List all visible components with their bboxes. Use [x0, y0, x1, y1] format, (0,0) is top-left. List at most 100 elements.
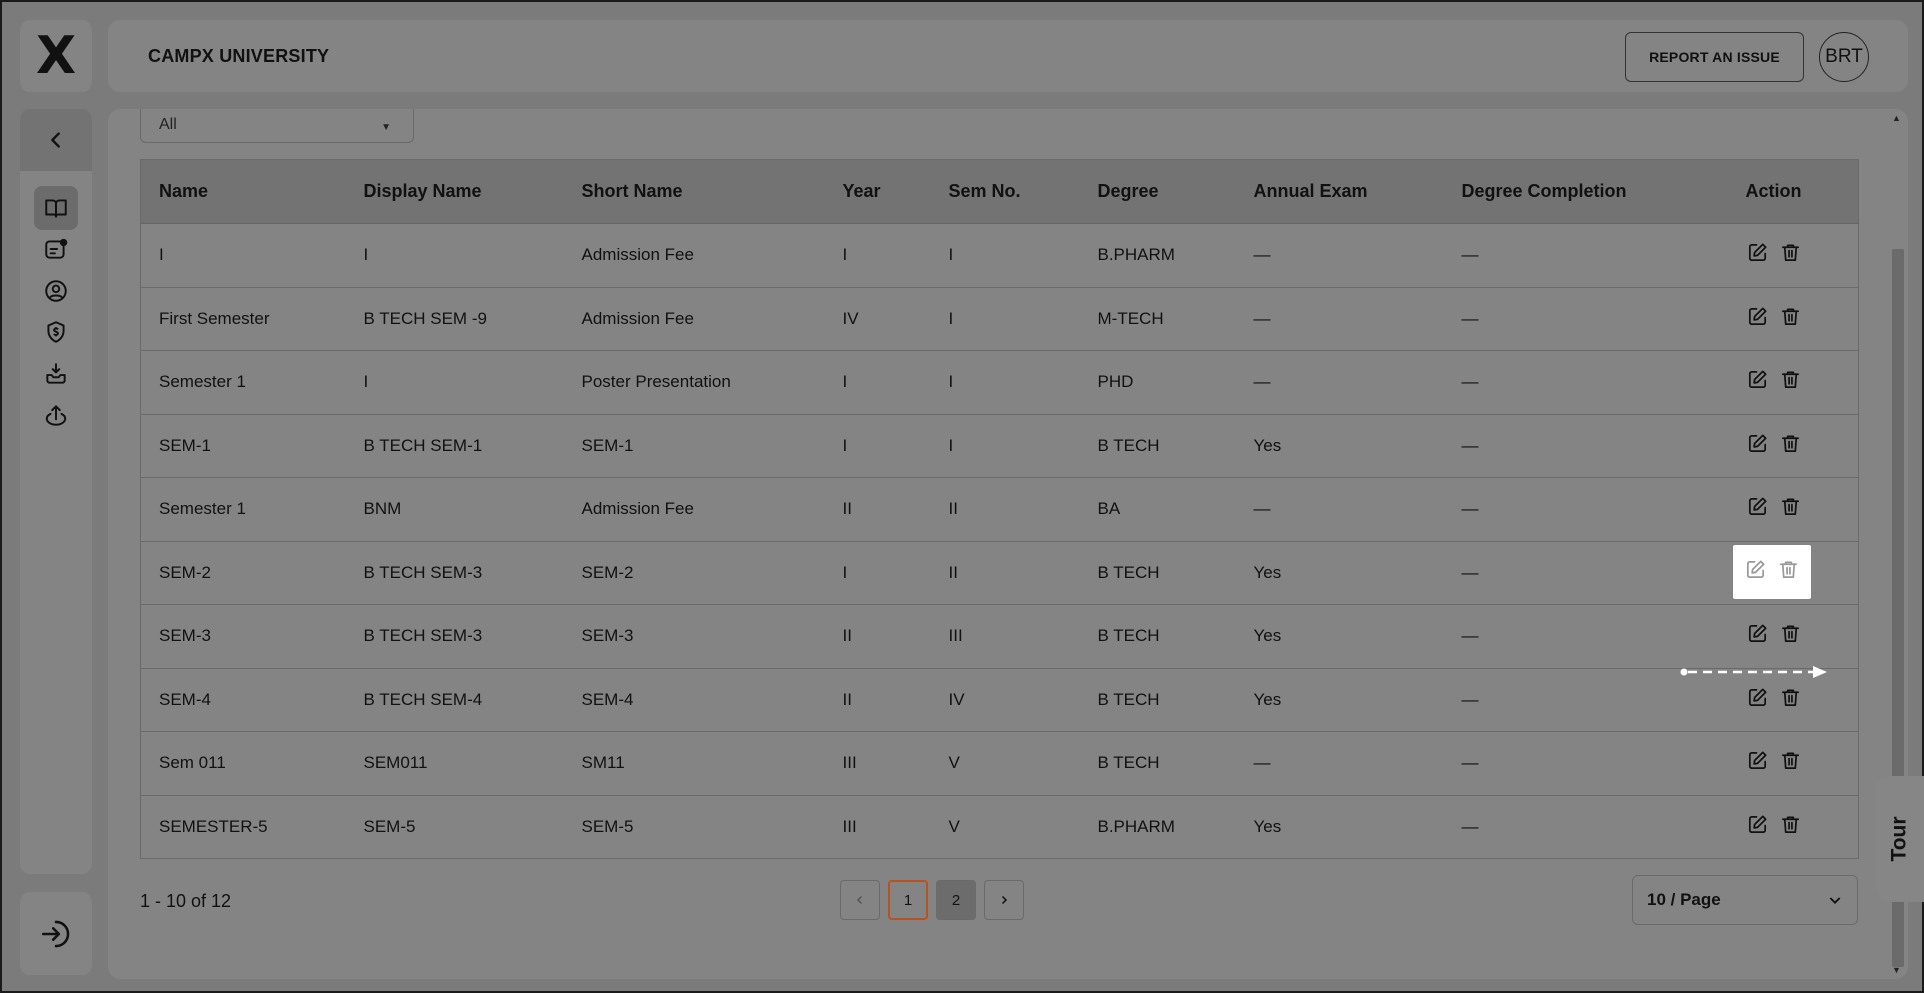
table-row[interactable]: SEM-1 B TECH SEM-1 SEM-1 I I B TECH Yes —	[140, 414, 1859, 478]
table-row[interactable]: SEM-2 B TECH SEM-3 SEM-2 I II B TECH Yes —	[140, 541, 1859, 605]
cell-sem: V	[930, 731, 1080, 796]
column-header[interactable]: Name	[140, 159, 346, 224]
sidebar-item-fees[interactable]	[34, 310, 78, 354]
sidebar-item-academics[interactable]	[34, 186, 78, 230]
page-button-current[interactable]: 1	[888, 880, 928, 920]
cell-name: SEM-3	[140, 604, 346, 669]
cell-action	[1727, 477, 1859, 542]
app-logo[interactable]: X	[20, 20, 92, 92]
chevron-down-icon	[1829, 897, 1841, 904]
cell-year: II	[824, 668, 931, 732]
sidebar-item-profile[interactable]	[34, 269, 78, 313]
tour-label: Tour	[1887, 816, 1911, 862]
column-header[interactable]: Year	[824, 159, 931, 224]
cell-name: Semester 1	[140, 477, 346, 542]
delete-icon[interactable]	[1779, 495, 1802, 523]
table-row[interactable]: SEM-3 B TECH SEM-3 SEM-3 II III B TECH Yes —	[140, 604, 1859, 669]
edit-icon[interactable]	[1746, 686, 1769, 714]
column-header[interactable]: Degree	[1079, 159, 1236, 224]
delete-icon[interactable]	[1779, 368, 1802, 396]
cell-annual: —	[1235, 477, 1444, 542]
cell-action	[1727, 414, 1859, 478]
cell-sem: V	[948, 816, 960, 836]
download-tray-icon	[46, 363, 66, 384]
column-header[interactable]: Display Name	[345, 159, 564, 224]
edit-icon[interactable]	[1746, 813, 1769, 841]
cell-short: Admission Fee	[563, 287, 825, 351]
edit-icon[interactable]	[1746, 495, 1769, 523]
delete-icon[interactable]	[1779, 622, 1802, 650]
cell-short: Poster Presentation	[563, 350, 825, 415]
cell-action	[1727, 350, 1859, 415]
table-row[interactable]: SEMESTER-5 SEM-5 SEM-5 III V B.PHARM Yes —	[141, 795, 1859, 859]
cell-name: SEM-2	[140, 541, 346, 605]
table-row[interactable]: SEM-4 B TECH SEM-4 SEM-4 II IV B TECH Yes —	[140, 668, 1859, 732]
cell-year: IV	[824, 287, 931, 351]
cell-year: I	[824, 541, 931, 605]
cell-display: BNM	[345, 477, 564, 542]
delete-icon[interactable]	[1779, 749, 1802, 777]
delete-icon[interactable]	[1779, 305, 1802, 333]
delete-icon[interactable]	[1779, 432, 1802, 460]
cell-name: Semester 1	[140, 350, 346, 415]
page-size-select[interactable]: 10 / Page	[1632, 875, 1858, 925]
delete-icon[interactable]	[1777, 558, 1800, 586]
cell-sem: I	[930, 223, 1080, 288]
sidebar-item-downloads[interactable]	[34, 352, 78, 396]
table-row[interactable]: I I Admission Fee I I B.PHARM — —	[140, 223, 1859, 288]
column-header[interactable]: Annual Exam	[1235, 159, 1444, 224]
table-header-row: Name Display Name Short Name Year Sem No…	[140, 159, 1859, 224]
next-page-button[interactable]	[984, 880, 1024, 920]
cell-year: I	[824, 414, 931, 478]
edit-icon[interactable]	[1746, 749, 1769, 777]
edit-icon[interactable]	[1746, 241, 1769, 269]
avatar[interactable]: BRT	[1819, 32, 1869, 82]
delete-icon[interactable]	[1779, 241, 1802, 269]
delete-icon[interactable]	[1779, 813, 1802, 841]
cell-name: Sem 011	[140, 731, 346, 796]
scroll-down-icon[interactable]: ▼	[1892, 965, 1901, 975]
edit-icon[interactable]	[1744, 558, 1767, 586]
filter-select[interactable]: All ▼	[140, 109, 414, 143]
table-row[interactable]: Semester 1 BNM Admission Fee II II BA — —	[140, 477, 1859, 542]
report-issue-button[interactable]: REPORT AN ISSUE	[1625, 32, 1804, 82]
cell-display: I	[345, 223, 564, 288]
cell-sem: III	[930, 604, 1080, 669]
cell-display: B TECH SEM-3	[345, 541, 564, 605]
sidebar	[20, 109, 92, 874]
cell-completion: —	[1443, 414, 1728, 478]
logout-button[interactable]	[20, 892, 92, 975]
sidebar-item-notices[interactable]	[34, 227, 78, 271]
collapse-sidebar-button[interactable]	[20, 109, 92, 171]
column-header[interactable]: Short Name	[563, 159, 825, 224]
cell-year: II	[824, 604, 931, 669]
cell-display: B TECH SEM -9	[345, 287, 564, 351]
cell-completion: —	[1443, 287, 1728, 351]
edit-icon[interactable]	[1746, 622, 1769, 650]
table-row[interactable]: Semester 1 I Poster Presentation I I PHD — —	[140, 350, 1859, 415]
table-row[interactable]: First Semester B TECH SEM -9 Admission Fee…	[140, 287, 1859, 351]
upload-icon	[45, 405, 67, 426]
cell-short: SEM-2	[563, 541, 825, 605]
row-actions	[1746, 305, 1859, 333]
edit-icon[interactable]	[1746, 368, 1769, 396]
cell-annual: Yes	[1235, 604, 1444, 669]
row-actions	[1746, 368, 1859, 396]
delete-icon[interactable]	[1779, 686, 1802, 714]
cell-display: SEM011	[345, 731, 564, 796]
previous-page-button[interactable]	[840, 880, 880, 920]
column-header: Action	[1727, 159, 1859, 224]
notice-icon	[45, 238, 68, 259]
column-header[interactable]: Sem No.	[930, 159, 1080, 224]
sidebar-item-uploads[interactable]	[34, 393, 78, 437]
semesters-table: Name Display Name Short Name Year Sem No…	[140, 159, 1859, 859]
scroll-up-icon[interactable]: ▲	[1892, 113, 1901, 123]
edit-icon[interactable]	[1746, 432, 1769, 460]
column-header[interactable]: Degree Completion	[1443, 159, 1728, 224]
table-row[interactable]: Sem 011 SEM011 SM11 III V B TECH — —	[140, 731, 1859, 796]
tour-button[interactable]: Tour	[1876, 776, 1924, 902]
row-actions	[1746, 686, 1859, 714]
cell-display: B TECH SEM-1	[345, 414, 564, 478]
page-button[interactable]: 2	[936, 880, 976, 920]
edit-icon[interactable]	[1746, 305, 1769, 333]
